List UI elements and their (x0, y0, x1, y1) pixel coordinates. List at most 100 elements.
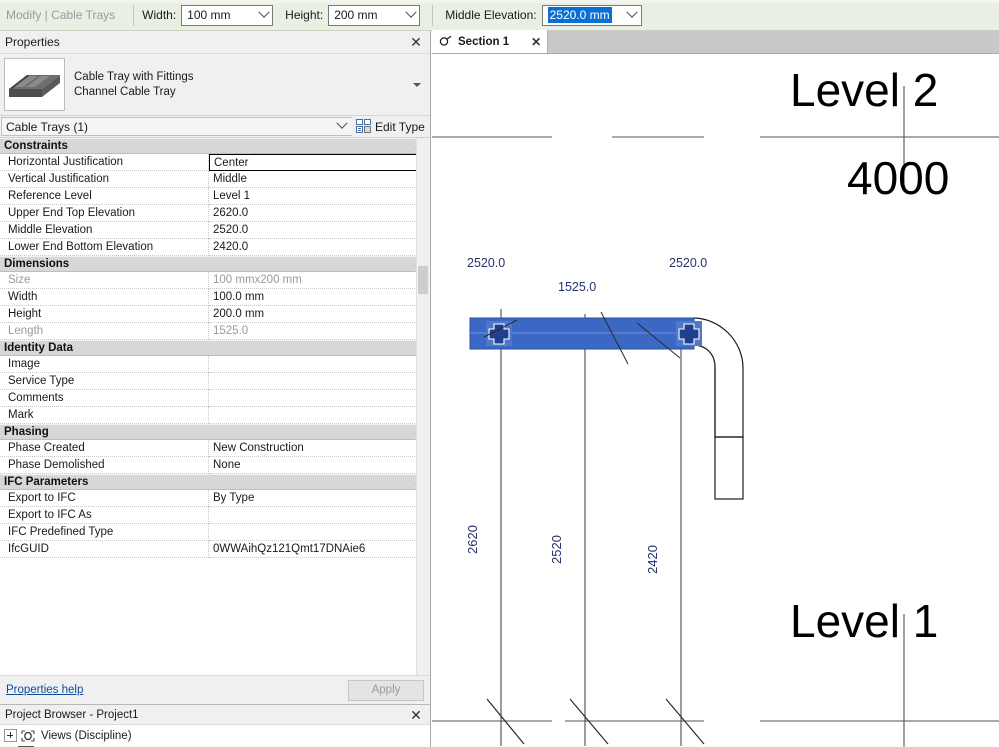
parameter-name: Size (0, 272, 209, 289)
parameter-name: Mark (0, 407, 209, 424)
parameter-value[interactable]: 100.0 mm (209, 289, 417, 306)
parameter-row[interactable]: Horizontal Justification Center (0, 154, 430, 171)
apply-button[interactable]: Apply (348, 679, 424, 701)
parameter-value[interactable] (209, 356, 417, 373)
parameter-name: Upper End Top Elevation (0, 205, 209, 222)
parameter-group-header[interactable]: Constraints (0, 138, 430, 154)
type-preview-thumbnail (4, 58, 65, 111)
parameter-group-header[interactable]: IFC Parameters (0, 474, 430, 490)
parameter-value[interactable] (209, 507, 417, 524)
parameter-group-header[interactable]: Phasing (0, 424, 430, 440)
parameter-row[interactable]: Reference Level Level 1 (0, 188, 430, 205)
parameter-row[interactable]: Phase Demolished None (0, 457, 430, 474)
parameter-value[interactable]: None (209, 457, 417, 474)
properties-palette-title: Properties (5, 35, 60, 49)
parameter-name: Image (0, 356, 209, 373)
parameter-value[interactable] (209, 373, 417, 390)
views-icon (20, 729, 36, 743)
parameter-name: Middle Elevation (0, 222, 209, 239)
expand-plus-icon[interactable] (4, 729, 17, 742)
level-2-name: Level 2 (790, 64, 938, 116)
parameter-row[interactable]: Export to IFC As (0, 507, 430, 524)
parameter-value[interactable]: Middle (209, 171, 417, 188)
middle-elevation-input[interactable]: 2520.0 mm (547, 7, 612, 23)
parameter-row[interactable]: IfcGUID 0WWAihQz121Qmt17DNAie6 (0, 541, 430, 558)
close-icon[interactable]: ✕ (531, 36, 541, 48)
parameter-row[interactable]: Size 100 mmx200 mm (0, 272, 430, 289)
parameter-row[interactable]: Middle Elevation 2520.0 (0, 222, 430, 239)
parameter-value[interactable]: 0WWAihQz121Qmt17DNAie6 (209, 541, 417, 558)
parameter-value[interactable]: 2420.0 (209, 239, 417, 256)
type-names: Cable Tray with Fittings Channel Cable T… (74, 70, 408, 100)
parameter-value[interactable]: 200.0 mm (209, 306, 417, 323)
parameter-value[interactable]: By Type (209, 490, 417, 507)
edit-type-button[interactable]: Edit Type (352, 116, 430, 137)
properties-help-link[interactable]: Properties help (6, 684, 83, 696)
parameter-row[interactable]: Export to IFC By Type (0, 490, 430, 507)
parameter-group-label: IFC Parameters (4, 476, 89, 488)
dimension-label-2420[interactable]: 2420 (645, 545, 660, 574)
vertical-cable-tray-run[interactable] (714, 436, 744, 500)
options-bar: Modify | Cable Trays Width: 100 mm Heigh… (0, 0, 999, 31)
project-browser-tree: Views (Discipline)LegendsSchedules/Quant… (0, 725, 430, 747)
context-ribbon-label: Modify | Cable Trays (6, 8, 116, 22)
chevron-down-icon[interactable] (624, 6, 641, 25)
parameter-name: Phase Created (0, 440, 209, 457)
close-icon[interactable]: ✕ (408, 707, 424, 723)
project-browser-title: Project Browser - Project1 (5, 708, 139, 721)
parameter-value[interactable] (209, 390, 417, 407)
tab-section-1[interactable]: Section 1 ✕ (432, 30, 549, 53)
parameter-value[interactable]: New Construction (209, 440, 417, 457)
parameter-row[interactable]: Height 200.0 mm (0, 306, 430, 323)
type-selector-dropdown-icon[interactable] (408, 65, 426, 105)
parameter-group-label: Dimensions (4, 258, 70, 270)
parameter-row[interactable]: IFC Predefined Type (0, 524, 430, 541)
parameter-row[interactable]: Comments (0, 390, 430, 407)
parameter-row[interactable]: Width 100.0 mm (0, 289, 430, 306)
parameter-value[interactable]: Center (209, 154, 417, 171)
revit-window: Modify | Cable Trays Width: 100 mm Heigh… (0, 0, 999, 747)
options-separator-2 (432, 4, 434, 26)
parameter-value[interactable]: 2520.0 (209, 222, 417, 239)
type-name: Channel Cable Tray (74, 85, 176, 98)
parameter-group-header[interactable]: Dimensions (0, 256, 430, 272)
width-combo[interactable]: 100 mm (181, 4, 274, 26)
chevron-down-icon[interactable] (336, 117, 348, 132)
width-value: 100 mm (187, 8, 231, 22)
dimension-label-2620[interactable]: 2620 (465, 525, 480, 554)
category-combo[interactable]: Cable Trays (1) (1, 117, 352, 136)
parameter-row[interactable]: Phase Created New Construction (0, 440, 430, 457)
parameter-row[interactable]: Vertical Justification Middle (0, 171, 430, 188)
parameter-row[interactable]: Lower End Bottom Elevation 2420.0 (0, 239, 430, 256)
parameter-value[interactable]: Level 1 (209, 188, 417, 205)
parameter-group-header[interactable]: Identity Data (0, 340, 430, 356)
tray-tag-right-elevation[interactable]: 2520.0 (669, 256, 707, 270)
project-browser-item[interactable]: Views (Discipline) (0, 727, 430, 744)
type-selector[interactable]: Cable Tray with Fittings Channel Cable T… (0, 54, 430, 116)
parameter-row[interactable]: Service Type (0, 373, 430, 390)
dimension-label-2520[interactable]: 2520 (549, 535, 564, 564)
close-icon[interactable]: ✕ (408, 34, 424, 50)
parameter-row[interactable]: Length 1525.0 (0, 323, 430, 340)
properties-footer: Properties help Apply (0, 675, 430, 704)
parameter-value[interactable] (209, 407, 417, 424)
parameter-name: Width (0, 289, 209, 306)
tray-tag-left-elevation[interactable]: 2520.0 (467, 256, 505, 270)
parameter-row[interactable]: Mark (0, 407, 430, 424)
middle-elevation-combo[interactable]: 2520.0 mm (541, 4, 642, 26)
chevron-down-icon[interactable] (402, 6, 419, 25)
chevron-down-icon[interactable] (255, 6, 272, 25)
parameter-value[interactable] (209, 524, 417, 541)
height-combo[interactable]: 200 mm (328, 4, 421, 26)
parameter-row[interactable]: Upper End Top Elevation 2620.0 (0, 205, 430, 222)
properties-scrollbar[interactable] (416, 138, 430, 675)
drawing-canvas[interactable]: Level 2 4000 Level 1 0 (432, 54, 999, 747)
parameter-row[interactable]: Image (0, 356, 430, 373)
width-label: Width: (142, 8, 177, 22)
tray-tag-center-length[interactable]: 1525.0 (558, 280, 596, 294)
parameter-value[interactable]: 2620.0 (209, 205, 417, 222)
section-view-drawing: Level 2 4000 Level 1 0 (432, 64, 999, 747)
connector-grip-right[interactable] (676, 321, 702, 346)
parameter-name: Comments (0, 390, 209, 407)
properties-scrollbar-thumb[interactable] (418, 266, 428, 294)
